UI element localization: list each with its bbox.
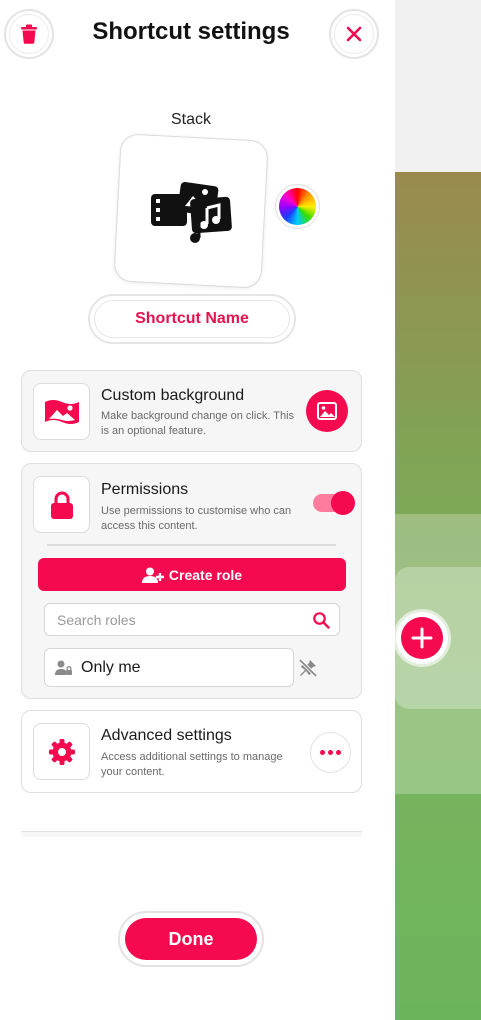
close-icon	[346, 26, 362, 42]
done-button-wrapper: Done	[118, 911, 264, 967]
media-stack-icon	[151, 182, 232, 243]
permissions-title: Permissions	[101, 481, 189, 498]
create-role-label: Create role	[168, 566, 243, 583]
trash-icon	[21, 24, 37, 44]
advanced-settings-icon-box	[33, 723, 90, 780]
permissions-icon-box	[33, 476, 90, 533]
landscape-image-icon	[44, 399, 79, 424]
permissions-card: Permissions Use permissions to customise…	[21, 463, 362, 699]
custom-background-icon-box	[33, 383, 90, 440]
close-button[interactable]	[329, 9, 379, 59]
permissions-description: Use permissions to customise who can acc…	[101, 505, 292, 532]
shortcut-name-button[interactable]: Shortcut Name	[88, 294, 296, 344]
advanced-settings-title: Advanced settings	[101, 727, 232, 744]
toggle-knob	[331, 491, 355, 515]
image-icon	[317, 402, 337, 420]
page-title: Shortcut settings	[92, 18, 290, 45]
search-icon	[313, 612, 330, 629]
role-label: Only me	[81, 658, 141, 676]
done-button[interactable]: Done	[125, 918, 257, 960]
plus-icon	[411, 627, 433, 649]
unpin-button[interactable]	[297, 657, 319, 679]
role-item-only-me[interactable]: Only me	[44, 648, 294, 687]
more-icon	[320, 750, 325, 755]
lock-icon	[50, 491, 73, 519]
color-wheel-icon	[279, 188, 316, 225]
advanced-settings-card: Advanced settings Access additional sett…	[21, 710, 362, 793]
unpin-icon	[298, 658, 318, 678]
add-button[interactable]	[396, 612, 448, 664]
user-lock-icon	[55, 660, 72, 675]
background-canvas	[395, 0, 481, 1020]
delete-button[interactable]	[4, 9, 54, 59]
shortcut-icon-picker[interactable]	[113, 133, 269, 289]
color-picker-button[interactable]	[275, 184, 320, 229]
custom-background-card: Custom background Make background change…	[21, 370, 362, 452]
search-roles-input[interactable]: Search roles	[44, 603, 340, 636]
gear-icon	[48, 738, 75, 765]
custom-background-description: Make background change on click. This is…	[101, 410, 295, 437]
custom-background-title: Custom background	[101, 387, 245, 404]
shortcut-icon-label: Stack	[170, 111, 211, 128]
shortcut-name-label: Shortcut Name	[94, 300, 290, 338]
shortcut-settings-panel: Shortcut settings Stack Shortcut Name Cu…	[0, 0, 395, 1020]
section-divider	[21, 831, 362, 837]
create-role-button[interactable]: Create role	[38, 558, 346, 591]
divider	[47, 544, 336, 546]
advanced-settings-description: Access additional settings to manage you…	[101, 751, 283, 778]
more-options-button[interactable]	[310, 732, 351, 773]
permissions-toggle[interactable]	[313, 491, 355, 515]
choose-background-button[interactable]	[306, 390, 348, 432]
add-user-icon	[141, 567, 164, 583]
search-roles-placeholder: Search roles	[57, 611, 136, 628]
